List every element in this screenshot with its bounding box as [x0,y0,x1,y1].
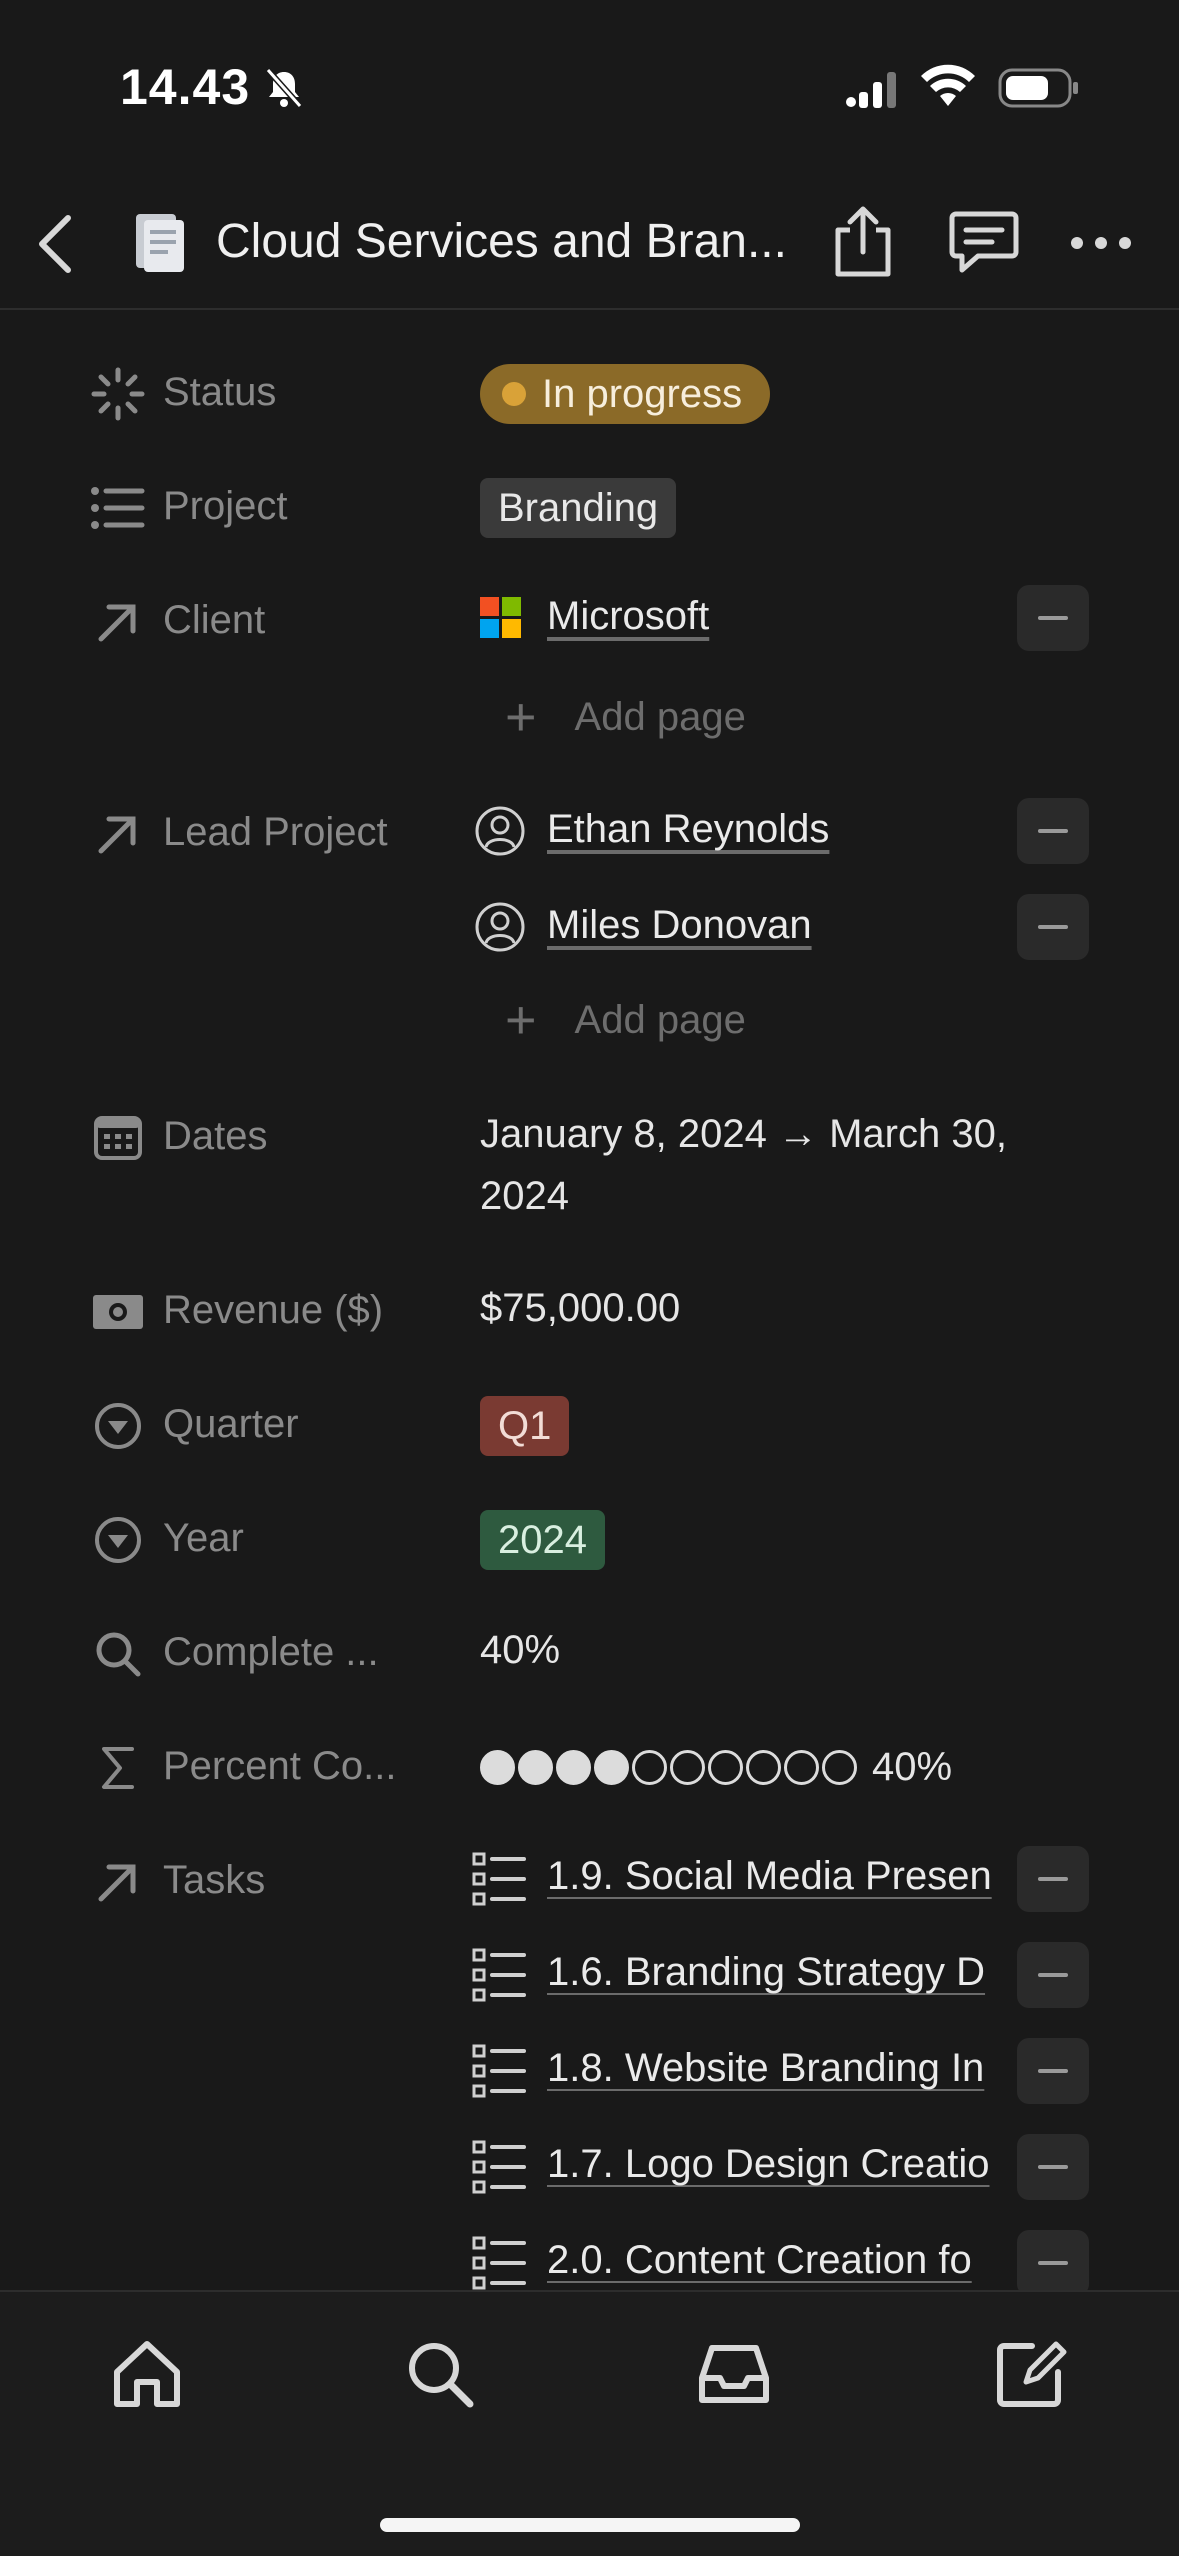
task-checklist-icon [472,2044,526,2098]
percent-progress-dots[interactable]: 40% [480,1745,952,1790]
percent-value: 40% [872,1745,953,1789]
client-add-page[interactable]: + Add page [505,690,746,744]
share-icon[interactable] [830,204,896,280]
client-label: Client [163,598,266,642]
task-link[interactable]: 1.8. Website Branding In [547,2046,1017,2091]
status-dot [502,382,526,406]
relation-arrow-icon [88,804,148,864]
complete-label: Complete ... [163,1630,379,1674]
list-icon [88,478,148,538]
search-icon[interactable] [400,2334,480,2414]
project-tag[interactable]: Branding [480,478,677,538]
status-time: 14.43 [120,59,251,115]
home-icon[interactable] [107,2334,187,2414]
select-chevron-icon [88,1396,148,1456]
select-chevron-icon [88,1510,148,1570]
person-avatar-icon [475,806,525,856]
quarter-label: Quarter [163,1402,299,1446]
dates-value-line2[interactable]: 2024 [480,1174,569,1219]
lead-project-label: Lead Project [163,810,388,854]
remove-lead-button[interactable] [1017,894,1089,960]
remove-client-button[interactable] [1017,585,1089,651]
revenue-label: Revenue ($) [163,1288,384,1332]
compose-icon[interactable] [990,2334,1070,2414]
status-value: In progress [542,371,743,416]
comment-icon[interactable] [948,208,1020,274]
more-options-icon[interactable] [1068,228,1134,258]
progress-dot-empty [784,1750,819,1785]
inbox-icon[interactable] [694,2334,774,2414]
remove-task-button[interactable] [1017,1846,1089,1912]
year-label: Year [163,1516,244,1560]
task-checklist-icon [472,1948,526,2002]
dates-label: Dates [163,1114,268,1158]
progress-dot-filled [594,1750,629,1785]
year-tag[interactable]: 2024 [480,1510,605,1570]
remove-task-button[interactable] [1017,2134,1089,2200]
wifi-icon [921,64,975,106]
lead-add-page[interactable]: + Add page [505,993,746,1047]
progress-dot-empty [632,1750,667,1785]
project-label: Project [163,484,288,528]
bell-muted-icon [265,68,303,108]
task-link[interactable]: 1.9. Social Media Presen [547,1854,1017,1899]
client-link[interactable]: Microsoft [547,594,709,639]
page-title: Cloud Services and Bran... [216,215,787,268]
status-spinner-icon [88,364,148,424]
lookup-search-icon [88,1624,148,1684]
remove-task-button[interactable] [1017,1942,1089,2008]
bottom-nav [0,2290,1179,2556]
page-emoji-icon [136,214,184,272]
progress-dot-empty [708,1750,743,1785]
formula-sigma-icon [88,1738,148,1798]
status-label: Status [163,370,277,414]
status-pill[interactable]: In progress [480,364,771,424]
percent-label: Percent Co... [163,1744,397,1788]
person-avatar-icon [475,902,525,952]
quarter-tag[interactable]: Q1 [480,1396,570,1456]
progress-dot-empty [746,1750,781,1785]
calendar-icon [88,1108,148,1168]
task-checklist-icon [472,2140,526,2194]
task-checklist-icon [472,1852,526,1906]
task-link[interactable]: 2.0. Content Creation fo [547,2238,1017,2283]
back-chevron-icon[interactable] [30,212,80,276]
task-link[interactable]: 1.6. Branding Strategy D [547,1950,1017,1995]
add-page-label: Add page [574,694,746,739]
microsoft-logo-icon [480,597,521,638]
progress-dot-empty [670,1750,705,1785]
progress-dot-filled [518,1750,553,1785]
battery-icon [998,68,1078,108]
relation-arrow-icon [88,1852,148,1912]
remove-lead-button[interactable] [1017,798,1089,864]
complete-value[interactable]: 40% [480,1628,560,1673]
plus-icon: + [505,687,537,747]
dates-value-line1[interactable]: January 8, 2024 → March 30, [480,1112,1007,1157]
lead-person-link[interactable]: Ethan Reynolds [547,807,829,852]
task-checklist-icon [472,2236,526,2290]
money-icon [88,1282,148,1342]
task-link[interactable]: 1.7. Logo Design Creatio [547,2142,1017,2187]
progress-dot-filled [556,1750,591,1785]
tasks-label: Tasks [163,1858,266,1902]
revenue-value[interactable]: $75,000.00 [480,1286,680,1331]
progress-dot-empty [822,1750,857,1785]
progress-dot-filled [480,1750,515,1785]
remove-task-button[interactable] [1017,2230,1089,2296]
plus-icon: + [505,990,537,1050]
relation-arrow-icon [88,592,148,652]
remove-task-button[interactable] [1017,2038,1089,2104]
home-indicator [380,2518,800,2532]
lead-person-link[interactable]: Miles Donovan [547,903,812,948]
add-page-label: Add page [574,997,746,1042]
cellular-signal-icon [846,72,896,108]
